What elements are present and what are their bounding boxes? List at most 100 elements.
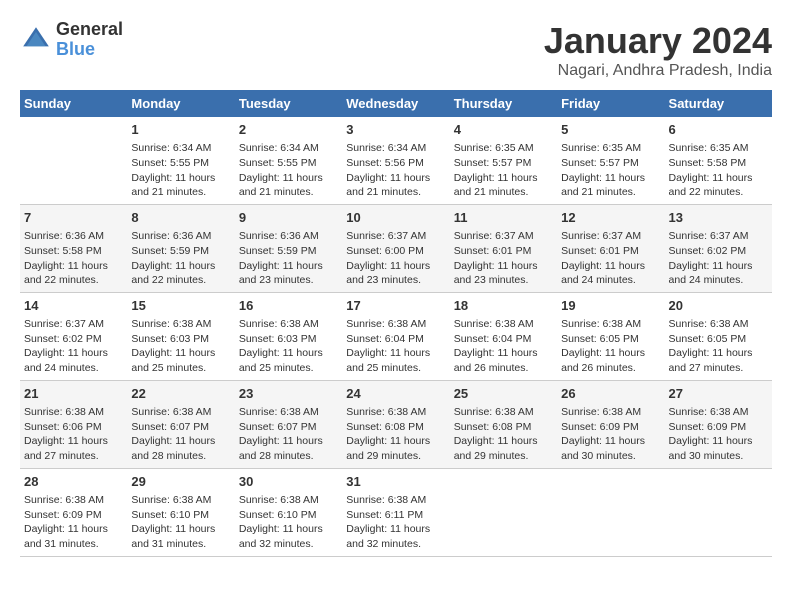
- header-cell-friday: Friday: [557, 90, 664, 117]
- day-info: Sunrise: 6:38 AM Sunset: 6:06 PM Dayligh…: [24, 405, 123, 464]
- day-info: Sunrise: 6:36 AM Sunset: 5:59 PM Dayligh…: [239, 229, 338, 288]
- calendar-cell: 16 Sunrise: 6:38 AM Sunset: 6:03 PM Dayli…: [235, 292, 342, 380]
- day-info: Sunrise: 6:38 AM Sunset: 6:09 PM Dayligh…: [669, 405, 768, 464]
- calendar-cell: 7Sunrise: 6:36 AM Sunset: 5:58 PM Daylig…: [20, 204, 127, 292]
- calendar-cell: [450, 468, 557, 556]
- day-info: Sunrise: 6:38 AM Sunset: 6:09 PM Dayligh…: [24, 493, 123, 552]
- calendar-cell: 24 Sunrise: 6:38 AM Sunset: 6:08 PM Dayli…: [342, 380, 449, 468]
- logo-line1: General: [56, 20, 123, 40]
- header-cell-tuesday: Tuesday: [235, 90, 342, 117]
- day-info: Sunrise: 6:38 AM Sunset: 6:04 PM Dayligh…: [454, 317, 553, 376]
- page-subtitle: Nagari, Andhra Pradesh, India: [544, 62, 772, 80]
- day-number: 21: [24, 385, 123, 403]
- day-number: 29: [131, 473, 230, 491]
- day-info: Sunrise: 6:35 AM Sunset: 5:58 PM Dayligh…: [669, 141, 768, 200]
- calendar-cell: 6 Sunrise: 6:35 AM Sunset: 5:58 PM Daylig…: [665, 117, 772, 204]
- calendar-cell: 10 Sunrise: 6:37 AM Sunset: 6:00 PM Dayli…: [342, 204, 449, 292]
- calendar-cell: [557, 468, 664, 556]
- calendar-cell: [20, 117, 127, 204]
- header-cell-monday: Monday: [127, 90, 234, 117]
- calendar-cell: 30 Sunrise: 6:38 AM Sunset: 6:10 PM Dayli…: [235, 468, 342, 556]
- day-number: 4: [454, 121, 553, 139]
- day-info: Sunrise: 6:38 AM Sunset: 6:04 PM Dayligh…: [346, 317, 445, 376]
- day-number: 23: [239, 385, 338, 403]
- calendar-cell: 29Sunrise: 6:38 AM Sunset: 6:10 PM Dayli…: [127, 468, 234, 556]
- calendar-header: SundayMondayTuesdayWednesdayThursdayFrid…: [20, 90, 772, 117]
- day-info: Sunrise: 6:37 AM Sunset: 6:00 PM Dayligh…: [346, 229, 445, 288]
- calendar-week-2: 7Sunrise: 6:36 AM Sunset: 5:58 PM Daylig…: [20, 204, 772, 292]
- day-info: Sunrise: 6:38 AM Sunset: 6:03 PM Dayligh…: [239, 317, 338, 376]
- day-info: Sunrise: 6:36 AM Sunset: 5:59 PM Dayligh…: [131, 229, 230, 288]
- day-number: 11: [454, 209, 553, 227]
- day-info: Sunrise: 6:37 AM Sunset: 6:02 PM Dayligh…: [24, 317, 123, 376]
- day-info: Sunrise: 6:38 AM Sunset: 6:10 PM Dayligh…: [239, 493, 338, 552]
- logo-text: General Blue: [56, 20, 123, 60]
- day-number: 24: [346, 385, 445, 403]
- day-info: Sunrise: 6:38 AM Sunset: 6:07 PM Dayligh…: [239, 405, 338, 464]
- calendar-table: SundayMondayTuesdayWednesdayThursdayFrid…: [20, 90, 772, 557]
- day-number: 6: [669, 121, 768, 139]
- day-number: 26: [561, 385, 660, 403]
- calendar-cell: 14Sunrise: 6:37 AM Sunset: 6:02 PM Dayli…: [20, 292, 127, 380]
- calendar-body: 1 Sunrise: 6:34 AM Sunset: 5:55 PM Daylig…: [20, 117, 772, 556]
- day-info: Sunrise: 6:38 AM Sunset: 6:07 PM Dayligh…: [131, 405, 230, 464]
- day-number: 8: [131, 209, 230, 227]
- calendar-cell: 15Sunrise: 6:38 AM Sunset: 6:03 PM Dayli…: [127, 292, 234, 380]
- calendar-cell: 8 Sunrise: 6:36 AM Sunset: 5:59 PM Daylig…: [127, 204, 234, 292]
- day-number: 13: [669, 209, 768, 227]
- day-info: Sunrise: 6:38 AM Sunset: 6:05 PM Dayligh…: [669, 317, 768, 376]
- day-number: 28: [24, 473, 123, 491]
- logo: General Blue: [20, 20, 123, 60]
- calendar-week-1: 1 Sunrise: 6:34 AM Sunset: 5:55 PM Daylig…: [20, 117, 772, 204]
- calendar-week-3: 14Sunrise: 6:37 AM Sunset: 6:02 PM Dayli…: [20, 292, 772, 380]
- calendar-cell: 19Sunrise: 6:38 AM Sunset: 6:05 PM Dayli…: [557, 292, 664, 380]
- calendar-cell: 28 Sunrise: 6:38 AM Sunset: 6:09 PM Dayli…: [20, 468, 127, 556]
- calendar-cell: [665, 468, 772, 556]
- day-number: 25: [454, 385, 553, 403]
- calendar-cell: 3Sunrise: 6:34 AM Sunset: 5:56 PM Daylig…: [342, 117, 449, 204]
- day-info: Sunrise: 6:38 AM Sunset: 6:11 PM Dayligh…: [346, 493, 445, 552]
- header-row: SundayMondayTuesdayWednesdayThursdayFrid…: [20, 90, 772, 117]
- calendar-cell: 17 Sunrise: 6:38 AM Sunset: 6:04 PM Dayli…: [342, 292, 449, 380]
- day-number: 31: [346, 473, 445, 491]
- header-cell-sunday: Sunday: [20, 90, 127, 117]
- logo-line2: Blue: [56, 40, 123, 60]
- day-number: 15: [131, 297, 230, 315]
- day-number: 10: [346, 209, 445, 227]
- day-number: 7: [24, 209, 123, 227]
- day-info: Sunrise: 6:38 AM Sunset: 6:05 PM Dayligh…: [561, 317, 660, 376]
- day-number: 1: [131, 121, 230, 139]
- day-number: 30: [239, 473, 338, 491]
- page-title: January 2024: [544, 20, 772, 62]
- header-cell-thursday: Thursday: [450, 90, 557, 117]
- day-info: Sunrise: 6:35 AM Sunset: 5:57 PM Dayligh…: [454, 141, 553, 200]
- day-info: Sunrise: 6:38 AM Sunset: 6:08 PM Dayligh…: [346, 405, 445, 464]
- header-cell-wednesday: Wednesday: [342, 90, 449, 117]
- day-number: 22: [131, 385, 230, 403]
- calendar-cell: 21 Sunrise: 6:38 AM Sunset: 6:06 PM Dayli…: [20, 380, 127, 468]
- calendar-cell: 20 Sunrise: 6:38 AM Sunset: 6:05 PM Dayli…: [665, 292, 772, 380]
- day-number: 16: [239, 297, 338, 315]
- calendar-cell: 11 Sunrise: 6:37 AM Sunset: 6:01 PM Dayli…: [450, 204, 557, 292]
- calendar-cell: 22 Sunrise: 6:38 AM Sunset: 6:07 PM Dayli…: [127, 380, 234, 468]
- day-info: Sunrise: 6:38 AM Sunset: 6:08 PM Dayligh…: [454, 405, 553, 464]
- day-number: 20: [669, 297, 768, 315]
- calendar-cell: 27 Sunrise: 6:38 AM Sunset: 6:09 PM Dayli…: [665, 380, 772, 468]
- calendar-cell: 12Sunrise: 6:37 AM Sunset: 6:01 PM Dayli…: [557, 204, 664, 292]
- calendar-week-4: 21 Sunrise: 6:38 AM Sunset: 6:06 PM Dayli…: [20, 380, 772, 468]
- day-number: 9: [239, 209, 338, 227]
- day-number: 17: [346, 297, 445, 315]
- day-info: Sunrise: 6:37 AM Sunset: 6:02 PM Dayligh…: [669, 229, 768, 288]
- page-header: General Blue January 2024 Nagari, Andhra…: [20, 20, 772, 80]
- calendar-week-5: 28 Sunrise: 6:38 AM Sunset: 6:09 PM Dayli…: [20, 468, 772, 556]
- calendar-cell: 4 Sunrise: 6:35 AM Sunset: 5:57 PM Daylig…: [450, 117, 557, 204]
- day-number: 27: [669, 385, 768, 403]
- day-info: Sunrise: 6:37 AM Sunset: 6:01 PM Dayligh…: [454, 229, 553, 288]
- day-info: Sunrise: 6:34 AM Sunset: 5:56 PM Dayligh…: [346, 141, 445, 200]
- calendar-cell: 9 Sunrise: 6:36 AM Sunset: 5:59 PM Daylig…: [235, 204, 342, 292]
- day-info: Sunrise: 6:34 AM Sunset: 5:55 PM Dayligh…: [131, 141, 230, 200]
- day-info: Sunrise: 6:38 AM Sunset: 6:09 PM Dayligh…: [561, 405, 660, 464]
- title-block: January 2024 Nagari, Andhra Pradesh, Ind…: [544, 20, 772, 80]
- day-number: 5: [561, 121, 660, 139]
- day-info: Sunrise: 6:37 AM Sunset: 6:01 PM Dayligh…: [561, 229, 660, 288]
